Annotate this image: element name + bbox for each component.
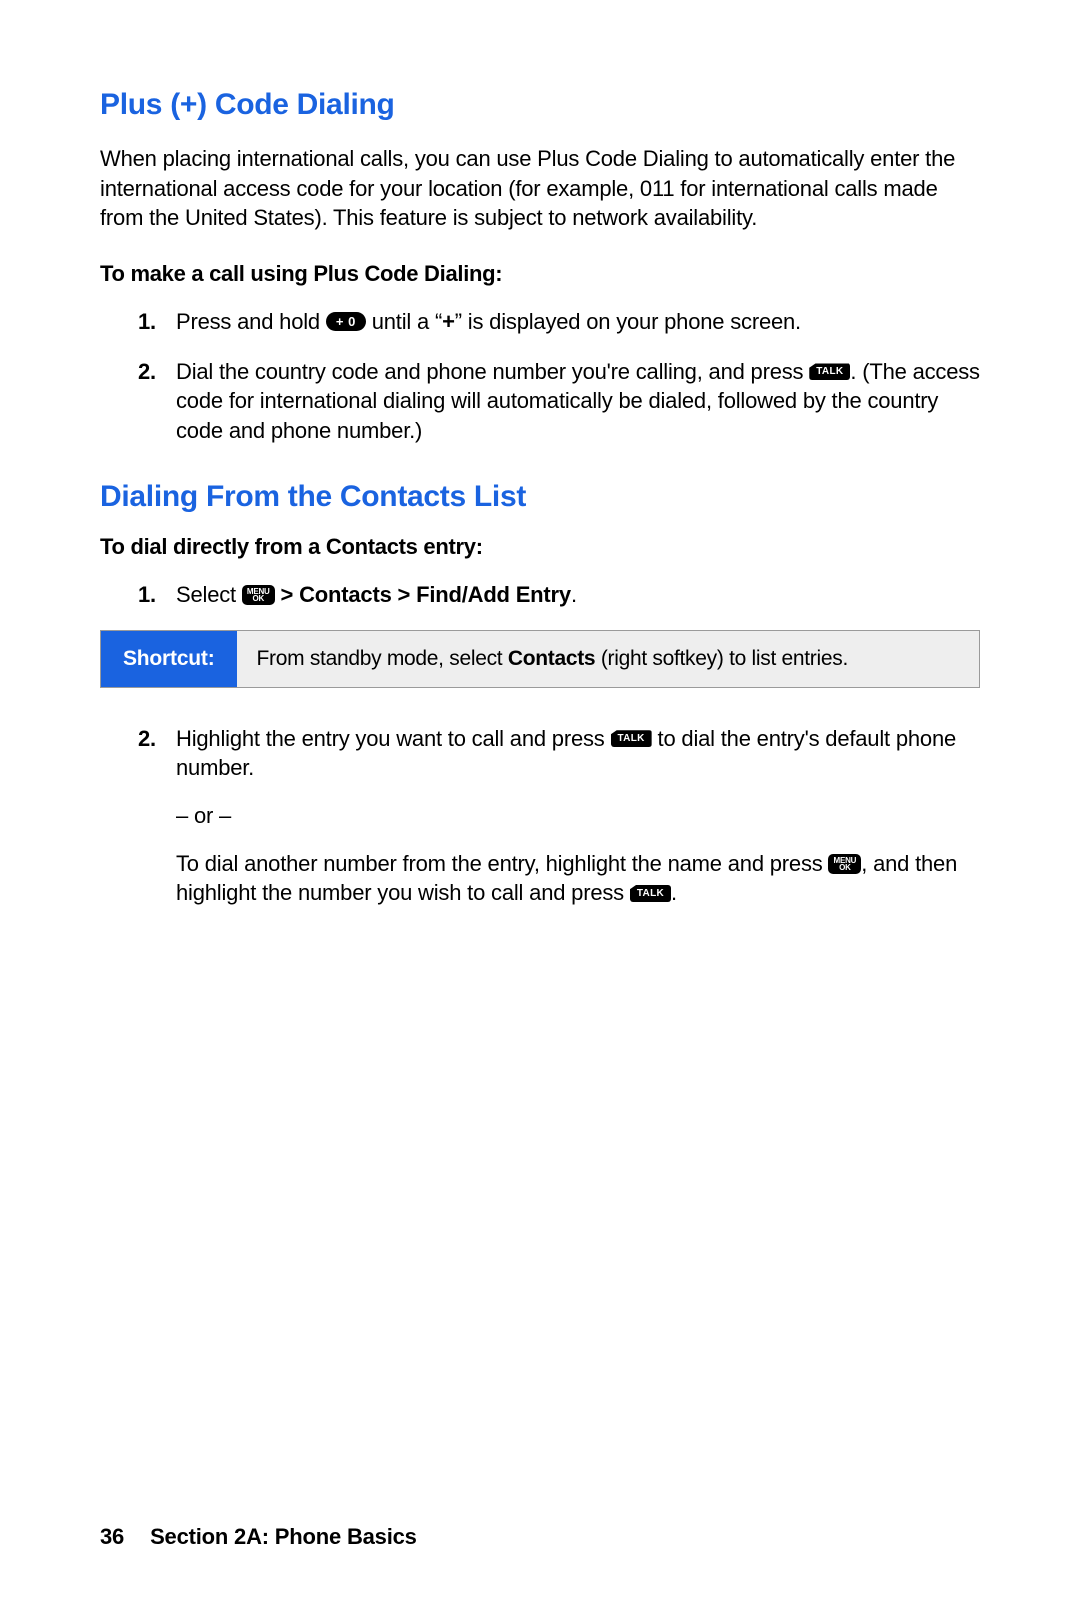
intro-paragraph: When placing international calls, you ca…: [100, 144, 980, 233]
shortcut-label: Shortcut:: [101, 631, 237, 687]
heading-plus-code: Plus (+) Code Dialing: [100, 88, 980, 122]
footer: 36 Section 2A: Phone Basics: [100, 1524, 417, 1550]
step-text: To dial another number from the entry, h…: [176, 851, 828, 876]
subhead-dial-contacts: To dial directly from a Contacts entry:: [100, 534, 980, 560]
page: Plus (+) Code Dialing When placing inter…: [0, 0, 1080, 1620]
step-number: 2.: [138, 724, 156, 754]
list-item: 2. Dial the country code and phone numbe…: [176, 357, 980, 446]
step-text: Highlight the entry you want to call and…: [176, 726, 611, 751]
or-separator: – or –: [176, 801, 980, 831]
list-item: 1. Press and hold + 0 until a “+” is dis…: [176, 307, 980, 337]
subhead-make-call: To make a call using Plus Code Dialing:: [100, 261, 980, 287]
menu-ok-key-icon: MENUOK: [828, 854, 861, 874]
step-number: 1.: [138, 307, 156, 337]
step-text: Press and hold: [176, 309, 326, 334]
page-number: 36: [100, 1524, 124, 1549]
step-number: 1.: [138, 580, 156, 610]
step-text: ” is displayed on your phone screen.: [455, 309, 801, 334]
talk-key-icon: TALK: [809, 363, 850, 380]
heading-contacts: Dialing From the Contacts List: [100, 480, 980, 514]
step-text: .: [671, 880, 677, 905]
menu-path: > Contacts > Find/Add Entry: [275, 582, 571, 607]
list-item: 2. Highlight the entry you want to call …: [176, 724, 980, 908]
shortcut-text: From standby mode, select Contacts (righ…: [237, 631, 979, 687]
step-text: Dial the country code and phone number y…: [176, 359, 809, 384]
steps-contacts-1: 1. Select MENUOK > Contacts > Find/Add E…: [100, 580, 980, 610]
step-text: until a “: [366, 309, 442, 334]
section-title: Section 2A: Phone Basics: [150, 1524, 417, 1549]
talk-key-icon: TALK: [611, 730, 652, 747]
menu-ok-key-icon: MENUOK: [242, 585, 275, 605]
step-text: Select: [176, 582, 242, 607]
shortcut-callout: Shortcut: From standby mode, select Cont…: [100, 630, 980, 688]
steps-plus-code: 1. Press and hold + 0 until a “+” is dis…: [100, 307, 980, 446]
zero-plus-key-icon: + 0: [326, 312, 366, 331]
step-number: 2.: [138, 357, 156, 387]
plus-symbol: +: [442, 309, 455, 334]
list-item: 1. Select MENUOK > Contacts > Find/Add E…: [176, 580, 980, 610]
steps-contacts-2: 2. Highlight the entry you want to call …: [100, 724, 980, 908]
talk-key-icon: TALK: [630, 885, 671, 902]
step-text: .: [571, 582, 577, 607]
